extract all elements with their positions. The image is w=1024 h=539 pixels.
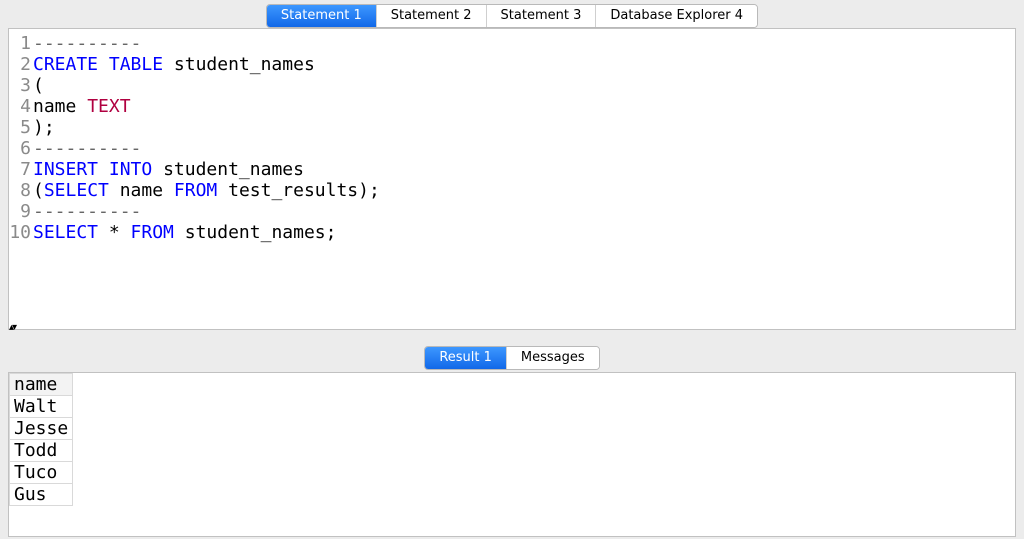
line-number: 9 [9,201,31,222]
token-kw: FROM [174,180,217,201]
top-tab-3[interactable]: Database Explorer 4 [596,5,757,27]
app-root: Statement 1Statement 2Statement 3Databas… [0,0,1024,539]
table-row[interactable]: Gus [10,484,73,506]
line-number: 5 [9,117,31,138]
token-plain [98,159,109,180]
table-cell[interactable]: Walt [10,396,73,418]
result-tab-0[interactable]: Result 1 [425,347,507,369]
token-kw: SELECT [44,180,109,201]
token-type: TEXT [87,96,130,117]
code-line[interactable]: SELECT * FROM student_names; [33,222,380,243]
splitter-handle-icon[interactable]: ▴▾ [9,324,15,332]
results-table[interactable]: nameWaltJesseToddTucoGus [9,373,73,506]
token-comment: ---------- [33,138,141,159]
token-plain: student_names; [174,222,337,243]
top-tab-2[interactable]: Statement 3 [487,5,597,27]
line-number: 1 [9,33,31,54]
code-line[interactable]: (SELECT name FROM test_results); [33,180,380,201]
code-line[interactable]: INSERT INTO student_names [33,159,380,180]
table-cell[interactable]: Jesse [10,418,73,440]
result-tab-1[interactable]: Messages [507,347,599,369]
column-header[interactable]: name [10,374,73,396]
results-frame: nameWaltJesseToddTucoGus [8,372,1016,537]
top-tab-0[interactable]: Statement 1 [267,5,377,27]
table-row[interactable]: Todd [10,440,73,462]
token-plain [98,54,109,75]
line-number: 4 [9,96,31,117]
editor-code-area[interactable]: ----------CREATE TABLE student_names(nam… [33,29,380,243]
token-plain: name [33,96,87,117]
token-plain: ( [33,75,44,96]
token-kw: FROM [131,222,174,243]
code-line[interactable]: ); [33,117,380,138]
token-plain: student_names [163,54,315,75]
top-tab-1[interactable]: Statement 2 [377,5,487,27]
line-number: 7 [9,159,31,180]
token-kw: CREATE [33,54,98,75]
line-number: 8 [9,180,31,201]
code-line[interactable]: CREATE TABLE student_names [33,54,380,75]
table-row[interactable]: Jesse [10,418,73,440]
token-plain: ); [33,117,55,138]
token-plain: ( [33,180,44,201]
table-cell[interactable]: Gus [10,484,73,506]
token-kw: INTO [109,159,152,180]
line-number: 2 [9,54,31,75]
table-row[interactable]: Walt [10,396,73,418]
table-header-row: name [10,374,73,396]
code-line[interactable]: name TEXT [33,96,380,117]
token-plain: * [98,222,131,243]
table-cell[interactable]: Tuco [10,462,73,484]
top-tab-group: Statement 1Statement 2Statement 3Databas… [266,4,758,28]
line-number: 6 [9,138,31,159]
top-tab-bar: Statement 1Statement 2Statement 3Databas… [0,0,1024,28]
token-comment: ---------- [33,33,141,54]
token-kw: TABLE [109,54,163,75]
token-kw: SELECT [33,222,98,243]
result-tab-group: Result 1Messages [424,346,599,370]
code-line[interactable]: ---------- [33,33,380,54]
code-line[interactable]: ( [33,75,380,96]
table-row[interactable]: Tuco [10,462,73,484]
token-comment: ---------- [33,201,141,222]
line-number: 3 [9,75,31,96]
sql-editor-frame: 12345678910 ----------CREATE TABLE stude… [8,28,1016,330]
table-cell[interactable]: Todd [10,440,73,462]
code-line[interactable]: ---------- [33,138,380,159]
token-plain: name [109,180,174,201]
line-number: 10 [9,222,31,243]
token-kw: INSERT [33,159,98,180]
token-plain: test_results); [217,180,380,201]
token-plain: student_names [152,159,304,180]
result-tab-bar: Result 1Messages [0,344,1024,372]
editor-gutter: 12345678910 [9,29,33,243]
sql-editor[interactable]: 12345678910 ----------CREATE TABLE stude… [9,29,1015,243]
code-line[interactable]: ---------- [33,201,380,222]
